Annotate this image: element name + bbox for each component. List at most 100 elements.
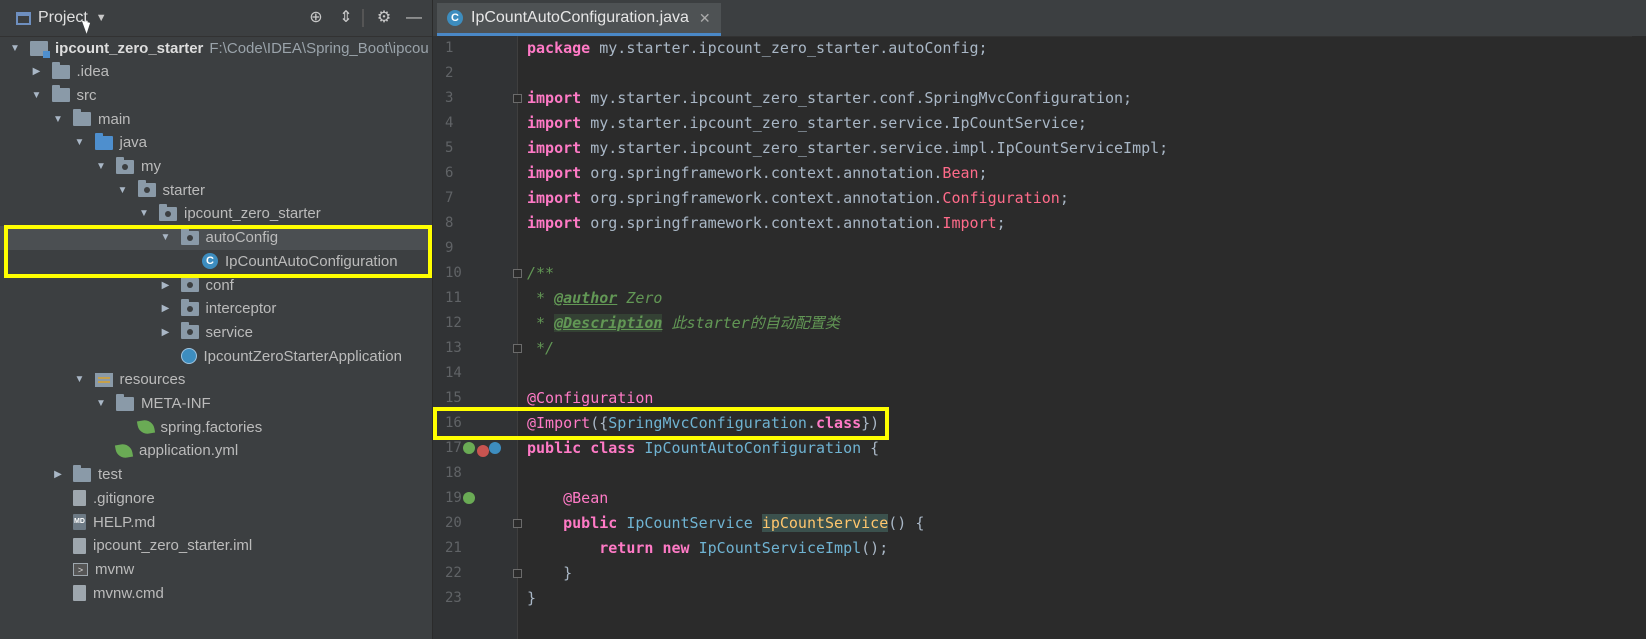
code-line[interactable]: package my.starter.ipcount_zero_starter.… xyxy=(527,36,988,61)
tree-item[interactable]: ▼ META-INF xyxy=(0,392,432,416)
code-token: SpringMvcConfiguration xyxy=(608,414,807,432)
expand-arrow-icon[interactable]: ▼ xyxy=(30,88,44,102)
code-line[interactable]: /** xyxy=(527,261,554,286)
tree-item[interactable]: ▶IpcountZeroStarterApplication xyxy=(0,344,432,368)
fold-marker-icon[interactable] xyxy=(513,269,522,278)
code-token: Bean xyxy=(942,164,979,182)
code-token: }) xyxy=(861,414,880,432)
tree-item[interactable]: ▶spring.factories xyxy=(0,415,432,439)
folder-icon xyxy=(51,61,70,79)
code-line[interactable]: * @Description 此starter的自动配置类 xyxy=(527,311,840,336)
tree-item[interactable]: ▶ service xyxy=(0,320,432,344)
code-token: return new xyxy=(599,539,690,557)
expand-arrow-icon[interactable]: ▼ xyxy=(8,41,22,55)
project-view-selector[interactable]: Project ▼ xyxy=(16,7,107,29)
spring-bean-icon[interactable] xyxy=(463,492,475,504)
tree-item[interactable]: ▶MDHELP.md xyxy=(0,510,432,534)
line-number: 7 xyxy=(445,190,454,206)
code-line[interactable]: } xyxy=(527,586,536,611)
expand-arrow-icon[interactable]: ▼ xyxy=(94,397,108,411)
tree-item-label: IpCountAutoConfiguration xyxy=(225,252,398,270)
code-line[interactable]: public IpCountService ipCountService() { xyxy=(527,511,924,536)
tree-item[interactable]: ▼ my xyxy=(0,155,432,179)
close-icon[interactable]: ✕ xyxy=(699,10,711,27)
fold-marker-icon[interactable] xyxy=(513,94,522,103)
code-line[interactable]: import my.starter.ipcount_zero_starter.c… xyxy=(527,86,1132,111)
tree-item[interactable]: ▼ starter xyxy=(0,178,432,202)
run-icon[interactable] xyxy=(477,445,489,457)
tree-item[interactable]: ▼ main xyxy=(0,107,432,131)
implemented-icon[interactable] xyxy=(489,442,501,454)
tree-item[interactable]: ▶ interceptor xyxy=(0,297,432,321)
line-number: 1 xyxy=(445,40,454,56)
code-line[interactable]: import org.springframework.context.annot… xyxy=(527,211,1006,236)
expand-arrow-icon[interactable]: ▼ xyxy=(137,207,151,221)
collapse-arrow-icon[interactable]: ▶ xyxy=(30,65,44,79)
line-number: 22 xyxy=(445,565,462,581)
tree-item-label: ipcount_zero_starter xyxy=(55,39,204,57)
tree-item[interactable]: ▶CIpCountAutoConfiguration xyxy=(0,249,432,273)
expand-arrow-icon[interactable]: ▼ xyxy=(73,373,87,387)
expand-arrow-icon[interactable]: ▼ xyxy=(159,231,173,245)
expand-arrow-icon[interactable]: ▼ xyxy=(73,136,87,150)
line-number: 18 xyxy=(445,465,462,481)
code-line[interactable]: } xyxy=(527,561,572,586)
tree-item[interactable]: ▶ test xyxy=(0,463,432,487)
minimize-icon[interactable]: — xyxy=(403,7,425,29)
package-icon xyxy=(180,298,199,316)
spring-bean-icon[interactable] xyxy=(463,442,475,454)
code-line[interactable]: @Configuration xyxy=(527,386,653,411)
code-token: */ xyxy=(527,339,555,357)
tree-item[interactable]: ▶>mvnw xyxy=(0,557,432,581)
locate-icon[interactable]: ⊕ xyxy=(305,7,327,29)
code-line[interactable]: import my.starter.ipcount_zero_starter.s… xyxy=(527,136,1168,161)
fold-marker-icon[interactable] xyxy=(513,569,522,578)
folder-icon xyxy=(73,464,91,482)
tree-item[interactable]: ▶ .idea xyxy=(0,60,432,84)
tree-item[interactable]: ▼ resources xyxy=(0,368,432,392)
tree-item[interactable]: ▶ipcount_zero_starter.iml xyxy=(0,534,432,558)
tree-item-label: src xyxy=(76,86,97,104)
fold-marker-icon[interactable] xyxy=(513,344,522,353)
gear-icon[interactable]: ⚙ xyxy=(373,7,395,29)
tab-ipcount-auto-configuration[interactable]: C IpCountAutoConfiguration.java ✕ xyxy=(437,3,721,36)
code-token: ipCountService xyxy=(761,514,889,532)
expand-arrow-icon[interactable]: ▼ xyxy=(94,160,108,174)
tree-item[interactable]: ▶ conf xyxy=(0,273,432,297)
code-line[interactable]: return new IpCountServiceImpl(); xyxy=(527,536,888,561)
tree-item[interactable]: ▼ autoConfig xyxy=(0,225,432,250)
code-line[interactable]: import org.springframework.context.annot… xyxy=(527,161,988,186)
tree-item-path: F:\Code\IDEA\Spring_Boot\ipcou xyxy=(209,39,429,57)
expand-arrow-icon[interactable]: ▼ xyxy=(51,112,65,126)
code-token: ({ xyxy=(590,414,609,432)
vertical-scrollbar[interactable] xyxy=(1632,36,1646,639)
code-line[interactable]: @Import({SpringMvcConfiguration.class}) xyxy=(527,411,879,436)
code-line[interactable]: */ xyxy=(527,336,554,361)
tree-item[interactable]: ▶application.yml xyxy=(0,439,432,463)
tree-item[interactable]: ▼ src xyxy=(0,83,432,107)
tree-item-label: application.yml xyxy=(139,442,239,460)
code-line[interactable]: public class IpCountAutoConfiguration { xyxy=(527,436,879,461)
tree-item[interactable]: ▼ ipcount_zero_starter F:\Code\IDEA\Spring… xyxy=(0,36,432,60)
collapse-arrow-icon[interactable]: ▶ xyxy=(159,278,173,292)
tree-item-label: mvnw xyxy=(95,560,135,578)
code-line[interactable]: import my.starter.ipcount_zero_starter.s… xyxy=(527,111,1087,136)
tree-item[interactable]: ▶.gitignore xyxy=(0,486,432,510)
tree-item[interactable]: ▼ java xyxy=(0,131,432,155)
code-token: IpCountService xyxy=(626,514,753,532)
tree-item[interactable]: ▶mvnw.cmd xyxy=(0,581,432,605)
collapse-arrow-icon[interactable]: ▶ xyxy=(159,325,173,339)
tree-item[interactable]: ▼ ipcount_zero_starter xyxy=(0,202,432,226)
code-line[interactable]: import org.springframework.context.annot… xyxy=(527,186,1069,211)
collapse-all-icon[interactable]: ⇕ xyxy=(335,7,357,29)
code-line[interactable]: * @author Zero xyxy=(527,286,662,311)
fold-marker-icon[interactable] xyxy=(513,519,522,528)
collapse-arrow-icon[interactable]: ▶ xyxy=(51,468,65,482)
editor-tab-bar: C IpCountAutoConfiguration.java ✕ xyxy=(433,0,1646,37)
folder-icon xyxy=(73,109,91,127)
code-line[interactable]: @Bean xyxy=(527,486,608,511)
collapse-arrow-icon[interactable]: ▶ xyxy=(159,302,173,316)
expand-arrow-icon[interactable]: ▼ xyxy=(116,183,130,197)
